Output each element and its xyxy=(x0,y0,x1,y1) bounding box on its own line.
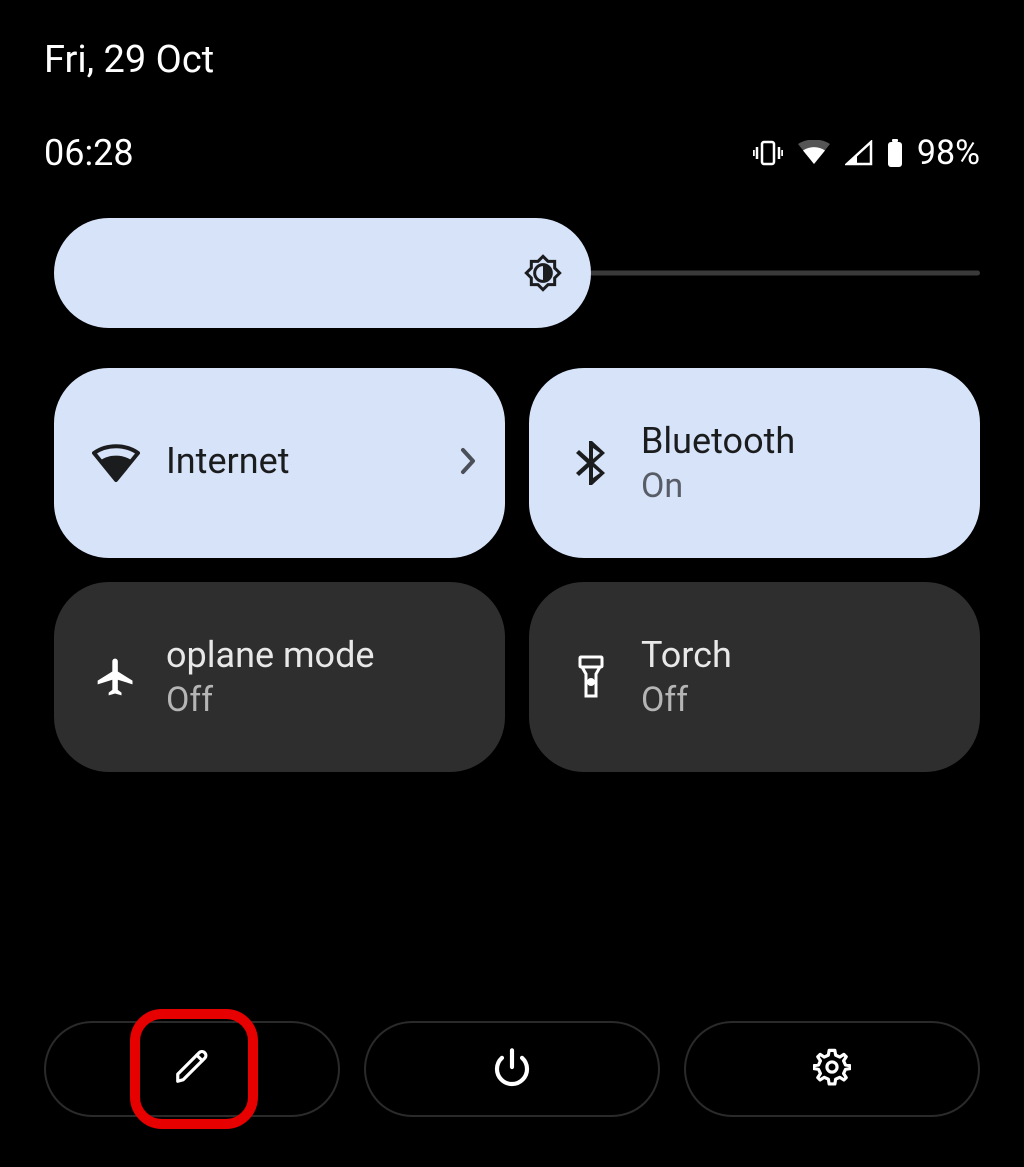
tile-sub: On xyxy=(641,466,952,506)
edit-button[interactable] xyxy=(44,1021,340,1117)
pencil-icon xyxy=(173,1048,211,1090)
chevron-right-icon xyxy=(459,446,477,480)
airplane-mode-tile[interactable]: oplane mode Off xyxy=(54,582,505,772)
airplane-icon xyxy=(88,655,144,699)
vibrate-icon xyxy=(753,140,783,166)
brightness-icon xyxy=(523,253,563,293)
gear-icon xyxy=(813,1048,851,1090)
quick-settings-panel: Fri, 29 Oct 06:28 xyxy=(0,0,1024,1167)
tile-title: Torch xyxy=(641,634,952,676)
status-right: 98% xyxy=(753,133,980,173)
torch-tile[interactable]: Torch Off xyxy=(529,582,980,772)
battery-text: 98% xyxy=(917,133,980,173)
tile-title: oplane mode xyxy=(166,634,477,676)
internet-tile[interactable]: Internet xyxy=(54,368,505,558)
wifi-icon xyxy=(88,444,144,482)
bluetooth-icon xyxy=(563,439,619,487)
bluetooth-tile[interactable]: Bluetooth On xyxy=(529,368,980,558)
time-label: 06:28 xyxy=(44,132,134,174)
tiles-grid: Internet Bluetooth On xyxy=(0,328,1024,772)
wifi-icon xyxy=(797,140,831,166)
tile-title: Internet xyxy=(166,440,459,482)
signal-icon xyxy=(845,140,873,166)
flashlight-icon xyxy=(563,654,619,700)
tile-sub: Off xyxy=(166,680,477,720)
tile-title: Bluetooth xyxy=(641,420,952,462)
bottom-actions xyxy=(44,1021,980,1117)
power-button[interactable] xyxy=(364,1021,660,1117)
battery-icon xyxy=(887,139,903,167)
tile-sub: Off xyxy=(641,680,952,720)
date-label: Fri, 29 Oct xyxy=(0,0,1024,82)
status-bar: 06:28 xyxy=(0,82,1024,174)
brightness-slider[interactable] xyxy=(0,174,1024,328)
power-icon xyxy=(492,1047,532,1091)
settings-button[interactable] xyxy=(684,1021,980,1117)
